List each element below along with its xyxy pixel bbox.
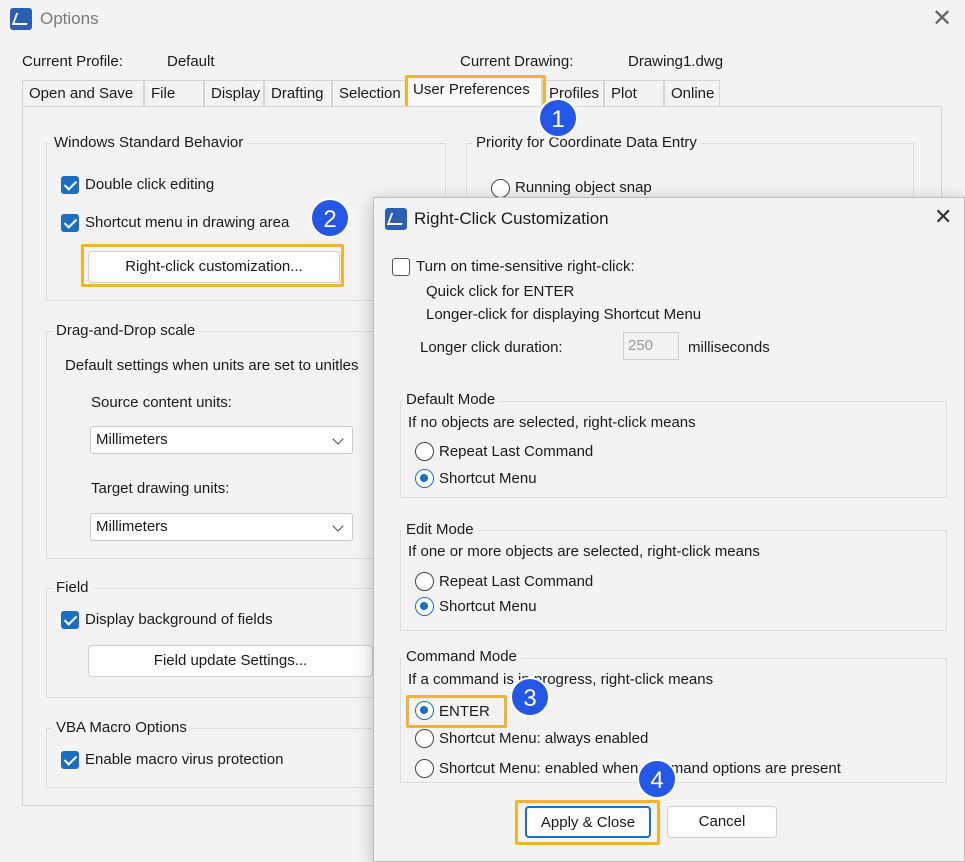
tab-plot[interactable]: Plot [604,80,664,106]
edit-repeat-radio[interactable] [415,572,434,591]
default-repeat-label: Repeat Last Command [439,443,594,460]
highlight-apply-button [515,800,660,845]
group-title-edit-mode: Edit Mode [402,521,478,538]
tab-drafting[interactable]: Drafting [264,80,332,106]
step-badge-4: 4 [637,759,677,799]
current-drawing-value: Drawing1.dwg [628,53,724,70]
dialog-close-icon[interactable]: ✕ [934,204,952,230]
field-update-settings-button[interactable]: Field update Settings... [88,645,373,677]
running-snap-radio[interactable] [491,179,510,198]
current-drawing-label: Current Drawing: [460,53,574,70]
command-shortcut-always-label: Shortcut Menu: always enabled [439,730,649,747]
group-title-drag-drop: Drag-and-Drop scale [52,322,200,339]
time-sensitive-checkbox[interactable] [392,258,410,276]
default-mode-desc: If no objects are selected, right-click … [408,414,696,431]
tab-display[interactable]: Display [204,80,264,106]
edit-repeat-label: Repeat Last Command [439,573,594,590]
current-profile-label: Current Profile: [22,53,123,70]
group-title-field: Field [52,579,93,596]
dialog-title: Right-Click Customization [414,209,609,228]
group-title-windows-behavior: Windows Standard Behavior [50,134,248,151]
group-title-default-mode: Default Mode [402,391,500,408]
default-shortcut-radio[interactable] [415,469,434,488]
step-badge-3: 3 [510,677,550,717]
app-icon [10,8,32,30]
target-units-select[interactable]: Millimeters [90,513,353,541]
edit-shortcut-radio[interactable] [415,597,434,616]
edit-shortcut-label: Shortcut Menu [439,598,537,615]
longer-click-text: Longer-click for displaying Shortcut Men… [426,306,702,323]
current-profile-value: Default [167,53,215,70]
duration-input[interactable]: 250 [623,332,679,360]
display-background-checkbox[interactable] [61,611,79,629]
source-units-label: Source content units: [91,394,232,411]
default-shortcut-label: Shortcut Menu [439,470,537,487]
cancel-button[interactable]: Cancel [667,806,777,838]
step-badge-1: 1 [538,98,578,138]
source-units-value: Millimeters [96,431,168,448]
command-shortcut-options-radio[interactable] [415,759,434,778]
tab-selection[interactable]: Selection [332,80,406,106]
command-mode-desc: If a command is in progress, right-click… [408,671,714,688]
shortcut-menu-label: Shortcut menu in drawing area [85,214,290,231]
running-snap-label: Running object snap [515,179,652,196]
dialog-app-icon [385,208,407,230]
group-title-command-mode: Command Mode [402,648,521,665]
group-title-vba: VBA Macro Options [52,719,191,736]
window-title: Options [40,9,99,28]
highlight-enter-option [406,695,507,728]
shortcut-menu-checkbox[interactable] [61,214,79,232]
duration-unit: milliseconds [688,339,770,356]
enable-macro-label: Enable macro virus protection [85,751,284,768]
chevron-down-icon [332,433,344,445]
tab-file[interactable]: File [144,80,204,106]
quick-click-text: Quick click for ENTER [426,283,575,300]
default-repeat-radio[interactable] [415,442,434,461]
edit-mode-desc: If one or more objects are selected, rig… [408,543,760,560]
dnd-description: Default settings when units are set to u… [65,357,359,374]
step-badge-2: 2 [310,198,350,238]
close-icon[interactable]: ✕ [932,4,952,33]
source-units-select[interactable]: Millimeters [90,426,353,454]
group-title-priority: Priority for Coordinate Data Entry [472,134,701,151]
target-units-label: Target drawing units: [91,480,230,497]
duration-label: Longer click duration: [420,339,563,356]
command-shortcut-always-radio[interactable] [415,729,434,748]
double-click-label: Double click editing [85,176,215,193]
highlight-rc-button [81,244,344,287]
time-sensitive-label: Turn on time-sensitive right-click: [416,258,635,275]
chevron-down-icon [332,520,344,532]
tab-open-and-save[interactable]: Open and Save [22,80,144,106]
enable-macro-checkbox[interactable] [61,751,79,769]
double-click-checkbox[interactable] [61,176,79,194]
display-background-label: Display background of fields [85,611,273,628]
target-units-value: Millimeters [96,518,168,535]
tab-online[interactable]: Online [664,80,720,106]
